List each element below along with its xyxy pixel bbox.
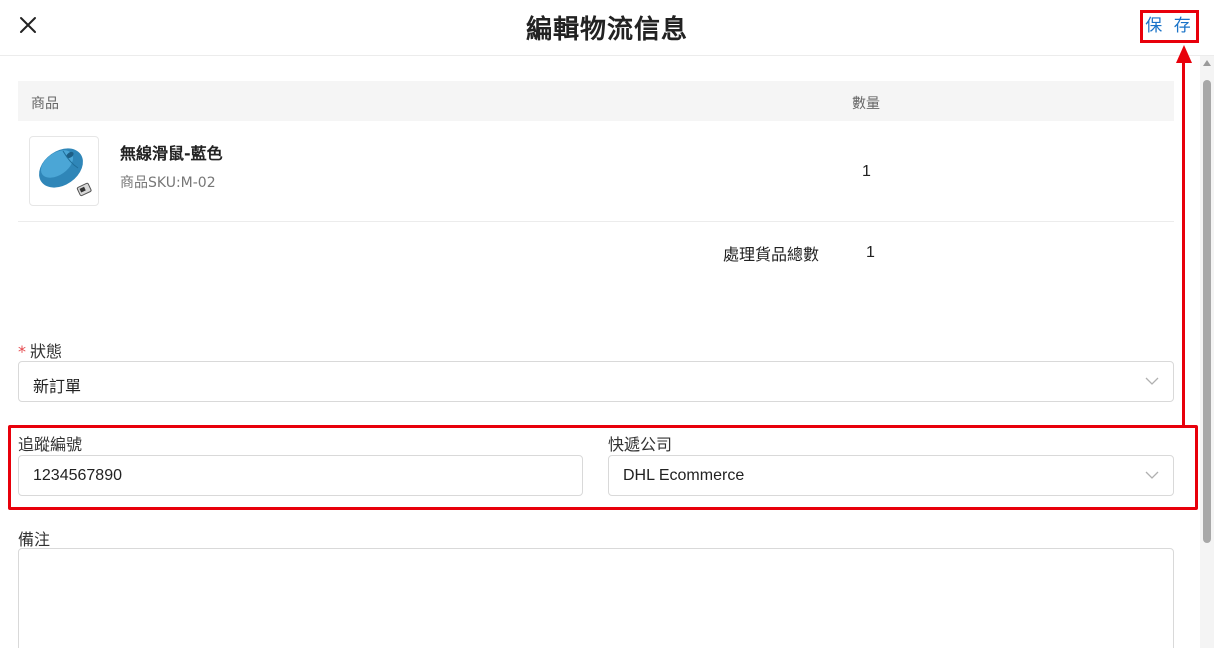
courier-select-value: DHL Ecommerce xyxy=(623,467,745,484)
save-button[interactable]: 保 存 xyxy=(1140,10,1199,43)
chevron-down-icon xyxy=(1145,377,1159,385)
tracking-number-label: 追蹤編號 xyxy=(18,435,83,454)
blue-mouse-image xyxy=(39,148,92,197)
tracking-number-input[interactable]: 1234567890 xyxy=(18,455,583,496)
product-thumbnail xyxy=(29,136,99,206)
total-items-value: 1 xyxy=(866,244,875,261)
courier-select[interactable]: DHL Ecommerce xyxy=(608,455,1174,496)
note-label: 備注 xyxy=(18,530,51,549)
column-header-product: 商品 xyxy=(31,96,59,112)
note-textarea[interactable] xyxy=(18,548,1174,648)
table-header: 商品 數量 xyxy=(18,81,1174,121)
status-label: * 狀態 xyxy=(18,338,62,362)
status-select-value: 新訂單 xyxy=(33,379,82,396)
product-sku: 商品SKU:M-02 xyxy=(120,175,216,191)
tracking-number-value: 1234567890 xyxy=(33,467,122,484)
column-header-quantity: 數量 xyxy=(852,96,880,112)
scrollbar-thumb[interactable] xyxy=(1203,80,1211,543)
header-bar: 編輯物流信息 xyxy=(0,0,1214,56)
courier-label: 快遞公司 xyxy=(608,435,673,454)
product-quantity: 1 xyxy=(862,163,871,180)
annotation-arrow-line xyxy=(1182,60,1185,428)
status-label-text: 狀態 xyxy=(30,342,63,361)
chevron-down-icon xyxy=(1145,471,1159,479)
scroll-up-arrow-icon[interactable] xyxy=(1203,60,1211,66)
page-title: 編輯物流信息 xyxy=(525,14,688,44)
status-select[interactable]: 新訂單 xyxy=(18,361,1174,402)
annotation-arrow-head xyxy=(1176,45,1192,63)
required-mark: * xyxy=(18,342,26,361)
product-name: 無線滑鼠-藍色 xyxy=(120,144,223,163)
total-items-label: 處理貨品總數 xyxy=(723,245,820,264)
table-row: 無線滑鼠-藍色 商品SKU:M-02 1 xyxy=(18,121,1174,222)
